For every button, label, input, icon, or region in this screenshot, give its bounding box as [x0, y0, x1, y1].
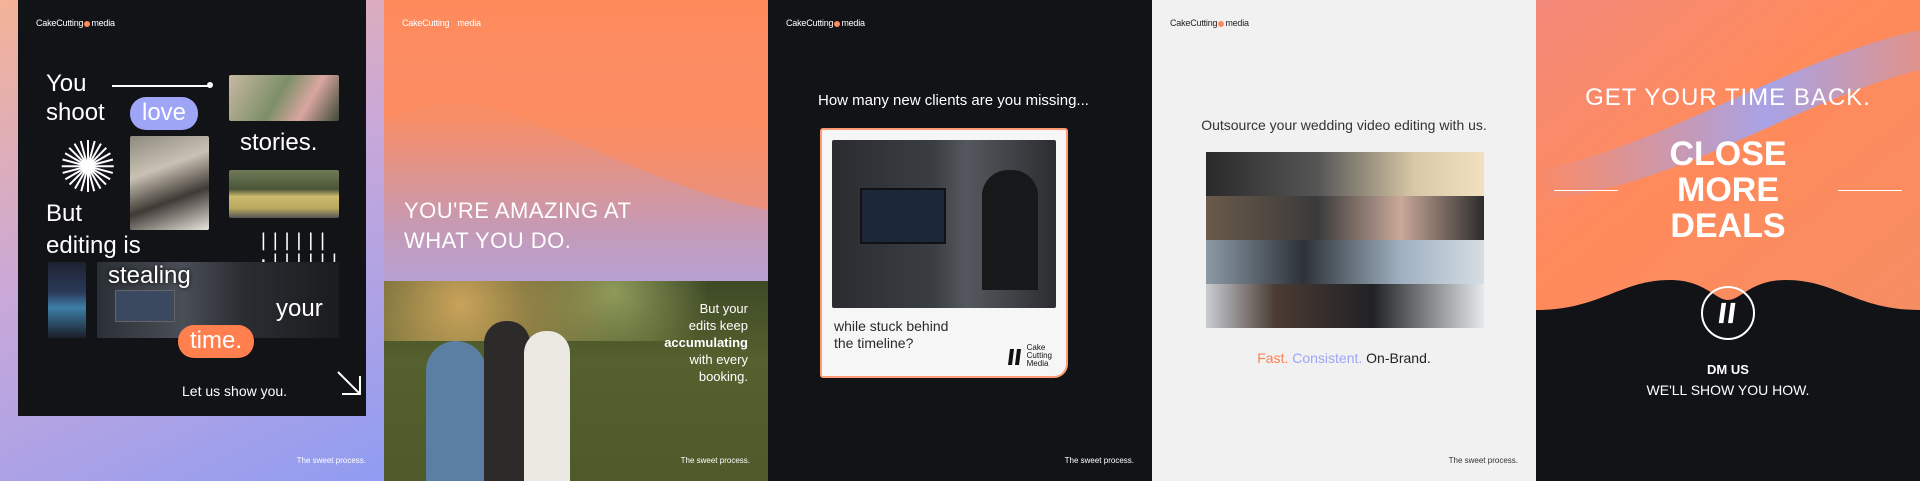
- slide-close-more-deals: GET YOUR TIME BACK. CLOSE MORE DEALS DM …: [1536, 0, 1920, 481]
- tag-onbrand: On-Brand.: [1366, 350, 1431, 366]
- show-you-how-text: WE'LL SHOW YOU HOW.: [1646, 382, 1810, 398]
- caption-line-4: with every: [689, 352, 748, 367]
- word-your: your: [276, 295, 323, 322]
- note-line-2: the timeline?: [834, 335, 914, 351]
- brand-logo: CakeCutting media: [36, 18, 115, 28]
- slide-outsource: CakeCutting media Outsource your wedding …: [1152, 0, 1536, 481]
- editor-card: while stuck behind the timeline? Cake Cu…: [820, 128, 1068, 378]
- vintage-car-photo: [229, 170, 339, 218]
- editor-at-desk-photo: [832, 140, 1056, 308]
- videographer-strip-1: [1206, 152, 1484, 196]
- word-but: But: [46, 200, 83, 227]
- word-shoot: shoot: [46, 99, 105, 126]
- word-stories: stories.: [240, 129, 318, 156]
- divider-line: [112, 85, 210, 87]
- tag-consistent: Consistent.: [1292, 350, 1363, 366]
- edit-screen-photo: [48, 262, 86, 338]
- brand-logo: CakeCutting media: [786, 18, 865, 28]
- caption-line-5: booking.: [698, 369, 748, 384]
- brand-wordmark: Cake Cutting Media: [1027, 344, 1052, 368]
- time-pill: time.: [178, 325, 255, 358]
- slide-youre-amazing: CakeCutting media YOU'RE AMAZING AT WHAT …: [384, 0, 768, 481]
- bride-figure: [524, 331, 570, 481]
- question-text: How many new clients are you missing...: [818, 92, 1089, 109]
- line-dot: [207, 82, 213, 88]
- word-you: You: [46, 70, 87, 97]
- footer-text: The sweet process.: [1064, 456, 1134, 465]
- outsource-title: Outsource your wedding video editing wit…: [1201, 117, 1487, 133]
- brand-mark-icon: [1718, 302, 1736, 324]
- big-line-2: MORE: [1677, 171, 1779, 209]
- sunburst-icon: [61, 140, 114, 192]
- headline: YOU'RE AMAZING AT WHAT YOU DO.: [404, 196, 631, 256]
- brand-logo: CakeCutting media: [402, 18, 481, 28]
- videographer-strip-2: [1206, 196, 1484, 240]
- videographer-strip-4: [1206, 284, 1484, 328]
- flowers-photo: [229, 75, 339, 121]
- slide-clients-missing: CakeCutting media How many new clients ar…: [768, 0, 1152, 481]
- tag-fast: Fast.: [1257, 350, 1289, 366]
- footer-text: The sweet process.: [680, 456, 750, 465]
- brand-badge: [1701, 286, 1755, 340]
- word-editing: editing is: [46, 232, 141, 259]
- slide-you-shoot-love: CakeCutting media You shoot love stories.…: [0, 0, 384, 481]
- time-back-headline: GET YOUR TIME BACK.: [1585, 84, 1871, 111]
- photographer-figure: [426, 341, 486, 481]
- caption-line-2: edits keep: [688, 318, 748, 333]
- close-deals-headline: CLOSE MORE DEALS: [1536, 136, 1920, 244]
- headline-line-2: WHAT YOU DO.: [404, 228, 572, 253]
- brand-mark-icon: [1007, 349, 1021, 365]
- arrow-down-right-icon: [337, 371, 361, 395]
- brand-word-3: Media: [1026, 359, 1049, 368]
- footer-text: The sweet process.: [1448, 456, 1518, 465]
- love-pill: love: [130, 97, 199, 130]
- card-note: while stuck behind the timeline?: [834, 318, 948, 352]
- big-line-1: CLOSE: [1669, 135, 1787, 173]
- card-brand: Cake Cutting Media: [1006, 344, 1052, 368]
- videographer-strip-3: [1206, 240, 1484, 284]
- big-line-3: DEALS: [1670, 207, 1786, 245]
- tagline: Fast. Consistent. On-Brand.: [1152, 350, 1536, 366]
- caption-line-1: But your: [699, 301, 748, 316]
- word-stealing: stealing: [108, 262, 191, 289]
- caption-emphasis: accumulating: [664, 335, 748, 350]
- footer-text: The sweet process.: [296, 456, 366, 465]
- dm-us-text: DM US: [1707, 362, 1749, 377]
- brand-logo: CakeCutting media: [1170, 18, 1249, 28]
- headline-line-1: YOU'RE AMAZING AT: [404, 198, 632, 223]
- couple-kiss-photo: [130, 136, 209, 230]
- note-line-1: while stuck behind: [834, 318, 949, 334]
- cta-text: Let us show you.: [182, 383, 288, 399]
- caption: But your edits keep accumulating with ev…: [664, 300, 748, 385]
